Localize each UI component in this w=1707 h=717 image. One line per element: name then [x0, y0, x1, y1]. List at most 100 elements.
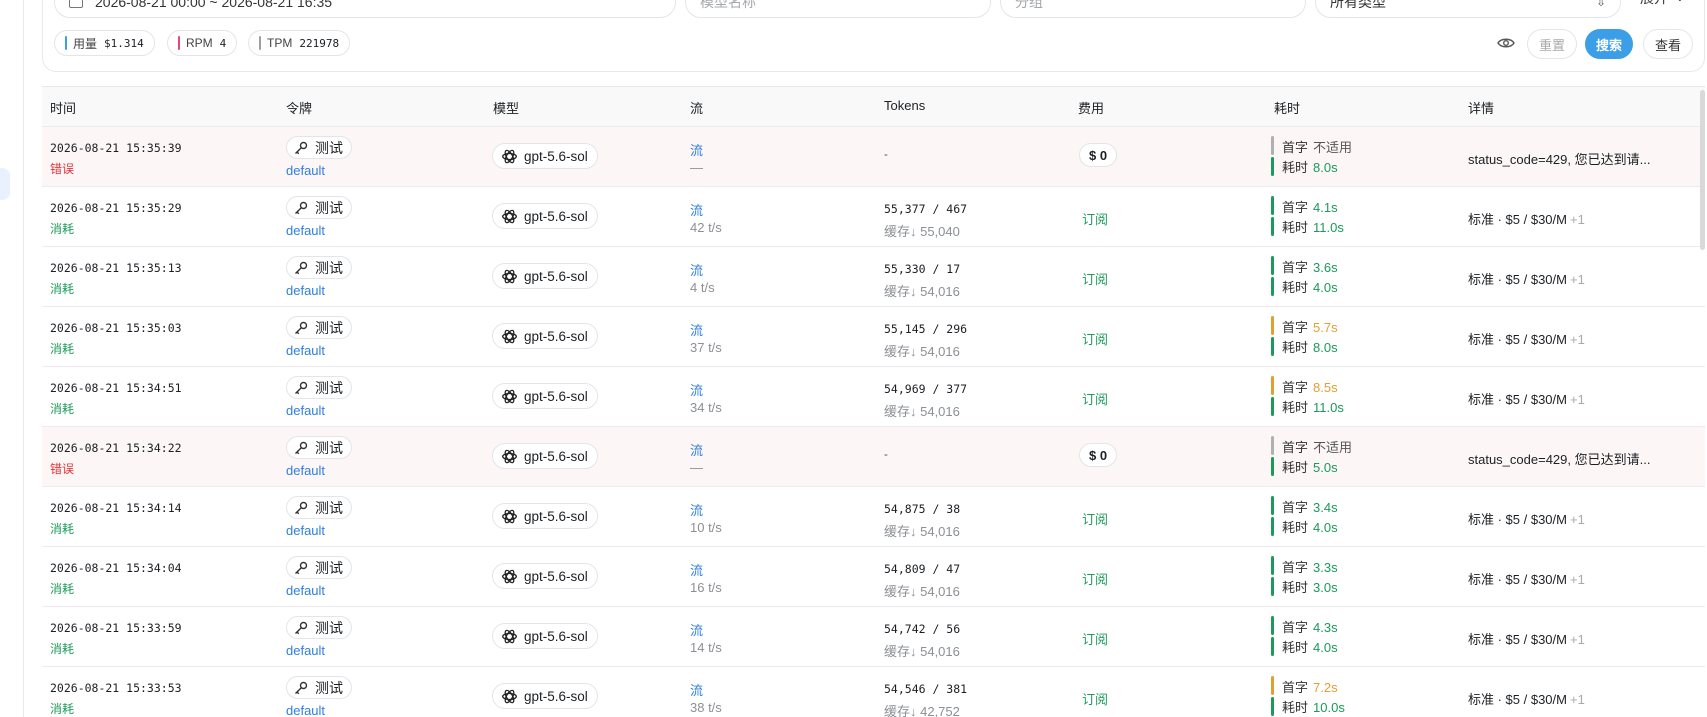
table-row[interactable]: 2026-08-21 15:34:51 消耗 测试 default gpt-5.…	[42, 367, 1705, 427]
row-detail[interactable]: 标准 · $5 / $30/M +1	[1468, 629, 1585, 648]
model-tag[interactable]: gpt-5.6-sol	[492, 203, 598, 229]
date-range-picker[interactable]: 2026-08-21 00:00 ~ 2026-08-21 16:35	[54, 0, 676, 18]
group-placeholder: 分组	[1015, 0, 1043, 10]
group-link[interactable]: default	[286, 463, 325, 478]
cost-subscription: 订阅	[1082, 392, 1109, 407]
table-row[interactable]: 2026-08-21 15:33:53 消耗 测试 default gpt-5.…	[42, 667, 1705, 717]
table-row[interactable]: 2026-08-21 15:34:22 错误 测试 default gpt-5.…	[42, 427, 1705, 487]
logs-table: 时间 令牌 模型 流 Tokens 费用 耗时 详情 2026-08-21 15…	[42, 86, 1705, 717]
group-link[interactable]: default	[286, 523, 325, 538]
row-detail[interactable]: 标准 · $5 / $30/M +1	[1468, 509, 1585, 528]
row-detail[interactable]: status_code=429, 您已达到请...	[1468, 449, 1653, 468]
model-tag[interactable]: gpt-5.6-sol	[492, 263, 598, 289]
total-time-value: 8.0s	[1313, 160, 1338, 175]
token-name: 测试	[315, 139, 343, 156]
token-tag[interactable]: 测试	[286, 556, 352, 579]
column-header-detail: 详情	[1468, 101, 1495, 116]
group-link[interactable]: default	[286, 583, 325, 598]
row-detail[interactable]: 标准 · $5 / $30/M +1	[1468, 389, 1585, 408]
latency-cell: 首字 3.6s 耗时 4.0s	[1271, 254, 1391, 300]
row-time: 2026-08-21 15:34:51	[50, 381, 182, 395]
view-button[interactable]: 查看	[1643, 29, 1693, 59]
total-time-bar	[1271, 157, 1274, 176]
group-link[interactable]: default	[286, 403, 325, 418]
row-time: 2026-08-21 15:33:59	[50, 621, 182, 635]
chevron-down-icon: ⌄	[1674, 0, 1686, 8]
total-time-bar	[1271, 217, 1274, 236]
model-tag[interactable]: gpt-5.6-sol	[492, 443, 598, 469]
eye-icon[interactable]	[1497, 36, 1515, 50]
first-token-bar	[1271, 676, 1274, 695]
first-token-bar	[1271, 616, 1274, 635]
latency-cell: 首字 4.3s 耗时 4.0s	[1271, 614, 1391, 660]
model-tag[interactable]: gpt-5.6-sol	[492, 683, 598, 709]
row-detail[interactable]: 标准 · $5 / $30/M +1	[1468, 689, 1585, 708]
token-name: 测试	[315, 259, 343, 276]
model-tag[interactable]: gpt-5.6-sol	[492, 323, 598, 349]
model-tag[interactable]: gpt-5.6-sol	[492, 563, 598, 589]
cache-tokens: 缓存↓ 54,016	[884, 644, 960, 659]
stream-flag: 流	[690, 443, 704, 458]
group-link[interactable]: default	[286, 643, 325, 658]
key-icon	[295, 321, 308, 334]
table-row[interactable]: 2026-08-21 15:35:13 消耗 测试 default gpt-5.…	[42, 247, 1705, 307]
first-token-label: 首字	[1282, 260, 1309, 275]
row-type: 消耗	[50, 702, 75, 716]
token-tag[interactable]: 测试	[286, 196, 352, 219]
total-time-value: 5.0s	[1313, 460, 1338, 475]
token-tag[interactable]: 测试	[286, 316, 352, 339]
row-detail[interactable]: 标准 · $5 / $30/M +1	[1468, 209, 1585, 228]
row-detail[interactable]: 标准 · $5 / $30/M +1	[1468, 569, 1585, 588]
group-link[interactable]: default	[286, 163, 325, 178]
group-link[interactable]: default	[286, 343, 325, 358]
table-scrollbar[interactable]	[1700, 90, 1705, 250]
total-time-label: 耗时	[1282, 640, 1309, 655]
row-detail[interactable]: 标准 · $5 / $30/M +1	[1468, 329, 1585, 348]
row-type: 消耗	[50, 342, 75, 356]
active-nav-marker	[0, 168, 10, 200]
reset-button[interactable]: 重置	[1527, 29, 1577, 59]
token-name: 测试	[315, 619, 343, 636]
table-row[interactable]: 2026-08-21 15:34:14 消耗 测试 default gpt-5.…	[42, 487, 1705, 547]
table-row[interactable]: 2026-08-21 15:33:59 消耗 测试 default gpt-5.…	[42, 607, 1705, 667]
model-tag[interactable]: gpt-5.6-sol	[492, 383, 598, 409]
rpm-label: RPM	[186, 36, 213, 50]
token-tag[interactable]: 测试	[286, 496, 352, 519]
row-detail[interactable]: 标准 · $5 / $30/M +1	[1468, 269, 1585, 288]
token-tag[interactable]: 测试	[286, 676, 352, 699]
token-tag[interactable]: 测试	[286, 256, 352, 279]
token-tag[interactable]: 测试	[286, 616, 352, 639]
group-link[interactable]: default	[286, 223, 325, 238]
model-tag[interactable]: gpt-5.6-sol	[492, 503, 598, 529]
group-link[interactable]: default	[286, 703, 325, 717]
column-header-token: 令牌	[286, 101, 313, 116]
token-tag[interactable]: 测试	[286, 136, 352, 159]
first-token-bar	[1271, 436, 1274, 455]
table-row[interactable]: 2026-08-21 15:35:03 消耗 测试 default gpt-5.…	[42, 307, 1705, 367]
token-tag[interactable]: 测试	[286, 436, 352, 459]
type-select[interactable]: 所有类型 ⇳	[1315, 0, 1621, 18]
tpm-color-bar	[259, 36, 261, 50]
row-type: 消耗	[50, 402, 75, 416]
model-tag[interactable]: gpt-5.6-sol	[492, 623, 598, 649]
first-token-bar	[1271, 556, 1274, 575]
detail-more-count: +1	[1569, 512, 1585, 527]
group-link[interactable]: default	[286, 283, 325, 298]
token-tag[interactable]: 测试	[286, 376, 352, 399]
row-time: 2026-08-21 15:35:39	[50, 141, 182, 155]
first-token-label: 首字	[1282, 680, 1309, 695]
table-row[interactable]: 2026-08-21 15:35:29 消耗 测试 default gpt-5.…	[42, 187, 1705, 247]
cache-tokens: 缓存↓ 54,016	[884, 404, 960, 419]
token-counts: 54,969 / 377	[884, 382, 968, 396]
table-row[interactable]: 2026-08-21 15:34:04 消耗 测试 default gpt-5.…	[42, 547, 1705, 607]
row-type: 错误	[50, 162, 75, 176]
row-detail[interactable]: status_code=429, 您已达到请...	[1468, 149, 1653, 168]
table-row[interactable]: 2026-08-21 15:35:39 错误 测试 default gpt-5.…	[42, 127, 1705, 187]
group-input[interactable]: 分组	[1000, 0, 1306, 18]
token-name: 测试	[315, 439, 343, 456]
model-tag[interactable]: gpt-5.6-sol	[492, 143, 598, 169]
openai-icon	[502, 149, 517, 163]
expand-toggle[interactable]: 展开 ⌄	[1640, 0, 1686, 8]
model-name-input[interactable]: 模型名称	[685, 0, 991, 18]
search-button[interactable]: 搜索	[1585, 29, 1633, 59]
